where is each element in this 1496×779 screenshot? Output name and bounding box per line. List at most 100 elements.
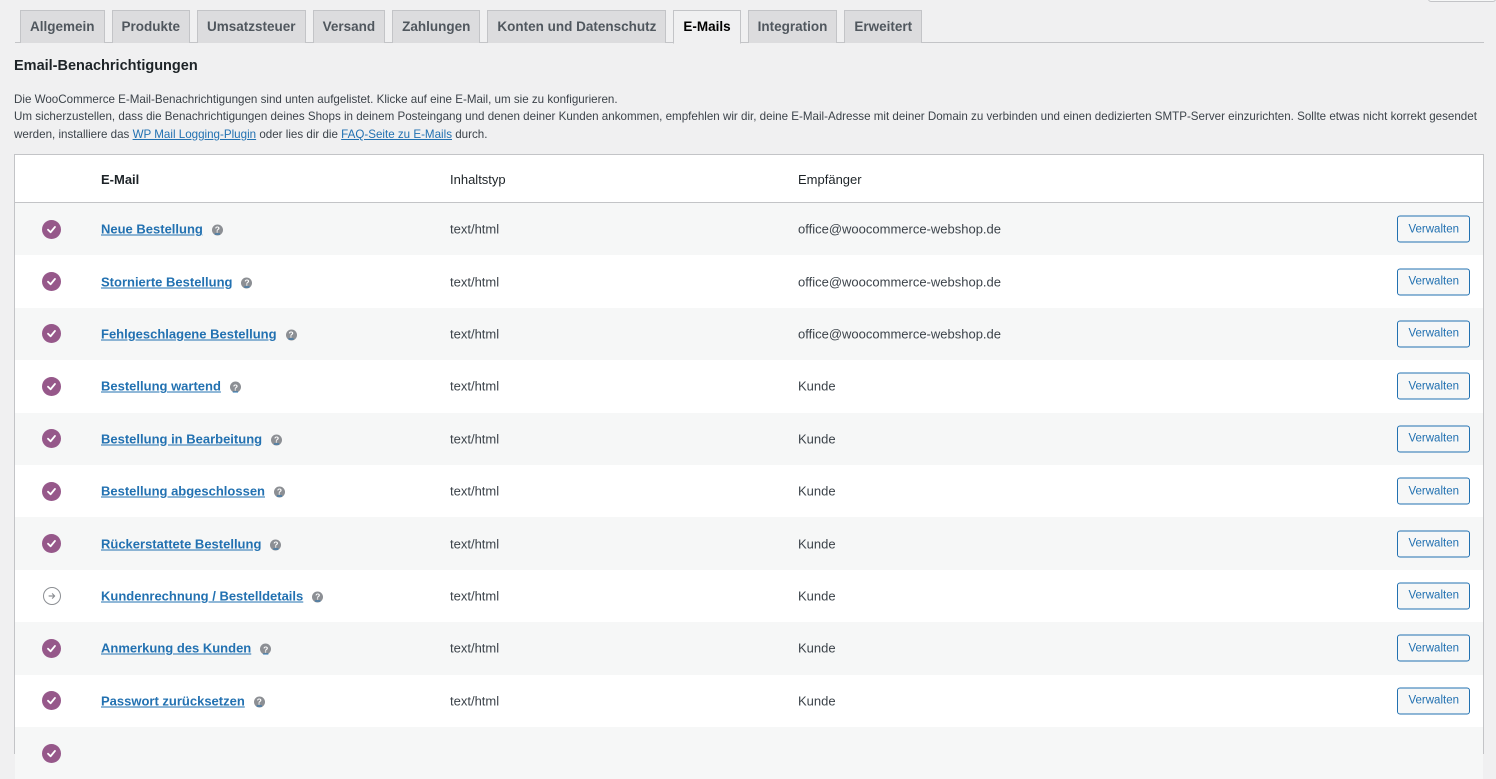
manage-button[interactable]: Verwalten	[1397, 425, 1470, 453]
email-name: Kundenrechnung / Bestelldetails	[101, 588, 304, 604]
table-row: Bestellung abgeschlossen? text/html Kunde V…	[15, 464, 1483, 518]
description-mid: oder lies dir die	[256, 127, 342, 141]
tab-e-mails[interactable]: E-Mails	[673, 10, 741, 44]
tab-allgemein[interactable]: Allgemein	[20, 10, 105, 43]
description-end: durch.	[452, 127, 488, 141]
enabled-check-icon	[42, 743, 61, 763]
manage-button[interactable]: Verwalten	[1397, 582, 1470, 610]
table-header: E-Mail Inhaltstyp Empfänger	[15, 155, 1483, 203]
tab-versand[interactable]: Versand	[312, 10, 386, 43]
email-name-link[interactable]: Neue Bestellung?	[101, 222, 223, 237]
help-tip-icon[interactable]: ?	[285, 329, 297, 341]
content-type: text/html	[450, 536, 500, 552]
faq-emails-link[interactable]: FAQ-Seite zu E-Mails	[341, 128, 452, 141]
table-row: Anmerkung des Kunden? text/html Kunde Verwa…	[15, 622, 1483, 675]
table-row: Bestellung wartend? text/html Kunde Verwalt…	[15, 360, 1483, 413]
tab-konten-und-datenschutz[interactable]: Konten und Datenschutz	[487, 10, 667, 43]
manage-button[interactable]: Verwalten	[1397, 634, 1470, 662]
table-row	[15, 726, 1483, 779]
table-body: Neue Bestellung? text/html office@woocomme…	[15, 203, 1483, 779]
tab-umsatzsteuer[interactable]: Umsatzsteuer	[197, 10, 306, 43]
enabled-check-icon	[42, 481, 61, 501]
tab-erweitert[interactable]: Erweitert	[844, 10, 923, 43]
recipient: Kunde	[798, 588, 836, 604]
help-tip-icon[interactable]: ?	[241, 277, 253, 289]
tab-produkte[interactable]: Produkte	[111, 10, 191, 43]
content-type: text/html	[450, 274, 500, 290]
content-type: text/html	[450, 378, 500, 394]
table-row: Kundenrechnung / Bestelldetails? text/htm…	[15, 569, 1483, 623]
enabled-check-icon	[42, 638, 61, 658]
table-row: Bestellung in Bearbeitung? text/html Kunde…	[15, 412, 1483, 465]
table-row: Passwort zurücksetzen? text/html Kunde Verw…	[15, 674, 1483, 727]
help-tip-icon[interactable]: ?	[312, 591, 324, 603]
email-name-link[interactable]: Bestellung wartend?	[101, 379, 241, 394]
manage-button[interactable]: Verwalten	[1397, 530, 1470, 558]
email-name: Fehlgeschlagene Bestellung	[101, 326, 277, 342]
content-type: text/html	[450, 640, 500, 656]
email-name: Stornierte Bestellung	[101, 274, 233, 290]
header-recipient: Empfänger	[798, 172, 862, 187]
content-type: text/html	[450, 431, 500, 447]
email-name-link[interactable]: Kundenrechnung / Bestelldetails?	[101, 588, 324, 604]
help-tip-icon[interactable]: ?	[211, 224, 223, 236]
enabled-check-icon	[42, 324, 61, 344]
enabled-check-icon	[42, 272, 61, 292]
recipient: Kunde	[798, 483, 836, 499]
manage-button[interactable]: Verwalten	[1397, 687, 1470, 715]
tab-zahlungen[interactable]: Zahlungen	[392, 10, 481, 43]
content-type: text/html	[450, 483, 500, 499]
enabled-check-icon	[42, 376, 61, 396]
header-email: E-Mail	[101, 172, 140, 187]
help-tip-icon[interactable]: ?	[229, 381, 241, 393]
manage-button[interactable]: Verwalten	[1397, 268, 1470, 296]
recipient: office@woocommerce-webshop.de	[798, 274, 1001, 290]
table-row: Neue Bestellung? text/html office@woocomme…	[15, 203, 1483, 256]
email-name-link[interactable]: Fehlgeschlagene Bestellung?	[101, 326, 297, 341]
enabled-check-icon	[42, 429, 61, 449]
email-name-link[interactable]: Bestellung in Bearbeitung?	[101, 431, 283, 447]
email-name: Rückerstattete Bestellung	[101, 536, 262, 552]
content-type: text/html	[450, 588, 500, 604]
settings-tabs: Allgemein Produkte Umsatzsteuer Versand Zahl…	[15, 10, 1484, 44]
manage-button[interactable]: Verwalten	[1397, 215, 1470, 243]
help-tip-icon[interactable]: ?	[253, 696, 265, 708]
email-name-link[interactable]: Anmerkung des Kunden?	[101, 640, 272, 656]
help-tip-icon[interactable]: ?	[260, 643, 272, 655]
email-name: Passwort zurücksetzen	[101, 693, 245, 709]
recipient: Kunde	[798, 536, 836, 552]
section-description: Die WooCommerce E-Mail-Benachrichtigunge…	[14, 91, 1484, 143]
email-name: Neue Bestellung	[101, 221, 203, 237]
table-row: Rückerstattete Bestellung? text/html Kunde…	[15, 517, 1483, 570]
manage-button[interactable]: Verwalten	[1397, 372, 1470, 400]
recipient: Kunde	[798, 378, 836, 394]
enabled-check-icon	[42, 219, 61, 239]
email-name-link[interactable]: Bestellung abgeschlossen?	[101, 484, 285, 499]
content-type: text/html	[450, 693, 500, 709]
email-name: Anmerkung des Kunden	[101, 640, 252, 656]
help-tip-icon[interactable]: ?	[270, 539, 282, 551]
header-content-type: Inhaltstyp	[450, 172, 506, 187]
email-name-link[interactable]: Stornierte Bestellung?	[101, 274, 253, 290]
content-type: text/html	[450, 326, 500, 342]
table-row: Stornierte Bestellung? text/html office@wo…	[15, 255, 1483, 308]
help-tip-icon[interactable]: ?	[271, 434, 283, 446]
email-name: Bestellung in Bearbeitung	[101, 431, 263, 447]
recipient: office@woocommerce-webshop.de	[798, 326, 1001, 342]
help-tip-icon[interactable]: ?	[274, 486, 285, 498]
email-name-link[interactable]: Passwort zurücksetzen?	[101, 693, 265, 708]
manage-button[interactable]: Verwalten	[1397, 320, 1470, 348]
recipient: Kunde	[798, 640, 836, 656]
email-name-link[interactable]: Rückerstattete Bestellung?	[101, 536, 282, 552]
manual-arrow-icon	[43, 586, 61, 605]
email-name: Bestellung abgeschlossen	[101, 483, 265, 499]
content-type: text/html	[450, 221, 500, 237]
recipient: Kunde	[798, 693, 836, 709]
wp-mail-logging-link[interactable]: WP Mail Logging-Plugin	[133, 128, 257, 141]
tab-integration[interactable]: Integration	[747, 10, 838, 43]
email-name: Bestellung wartend	[101, 378, 221, 394]
email-notifications-table: E-Mail Inhaltstyp Empfänger Neue Bestell…	[14, 154, 1484, 779]
manage-button[interactable]: Verwalten	[1397, 477, 1470, 505]
section-title: Email-Benachrichtigungen	[14, 58, 198, 74]
description-line-1: Die WooCommerce E-Mail-Benachrichtigunge…	[14, 93, 618, 106]
